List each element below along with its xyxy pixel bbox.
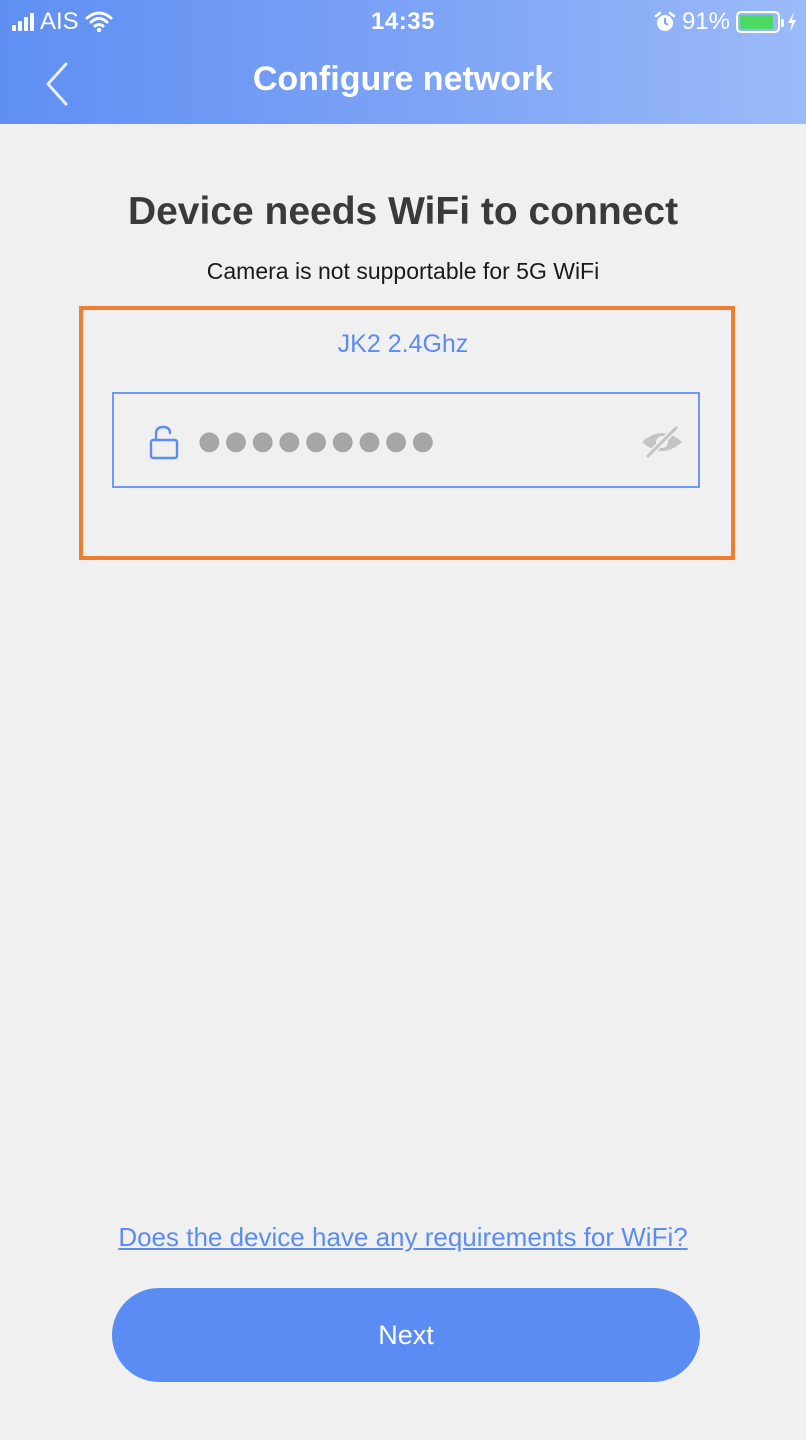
nav-bar: Configure network [0, 44, 806, 124]
eye-hidden-icon[interactable] [638, 422, 686, 462]
battery-percent: 91% [681, 8, 730, 35]
alarm-icon [654, 11, 676, 31]
charging-icon [788, 12, 796, 32]
status-right: 91% [654, 8, 798, 36]
header: AIS 14:35 91% Configure network [0, 0, 806, 124]
next-button[interactable]: Next [112, 1288, 700, 1382]
network-name[interactable]: JK2 2.4Ghz [0, 330, 806, 359]
subtitle: Camera is not supportable for 5G WiFi [206, 258, 600, 284]
status-bar: AIS 14:35 91% [0, 0, 806, 44]
password-field[interactable] [112, 392, 700, 488]
wifi-requirements-link[interactable]: Does the device have any requirements fo… [0, 1222, 806, 1253]
page-title: Configure network [252, 60, 554, 98]
password-input[interactable] [198, 416, 618, 466]
lock-icon [149, 425, 179, 460]
battery-icon [736, 11, 784, 33]
battery-fill [740, 15, 773, 29]
battery-nub [781, 19, 784, 27]
heading: Device needs WiFi to connect [127, 190, 679, 233]
